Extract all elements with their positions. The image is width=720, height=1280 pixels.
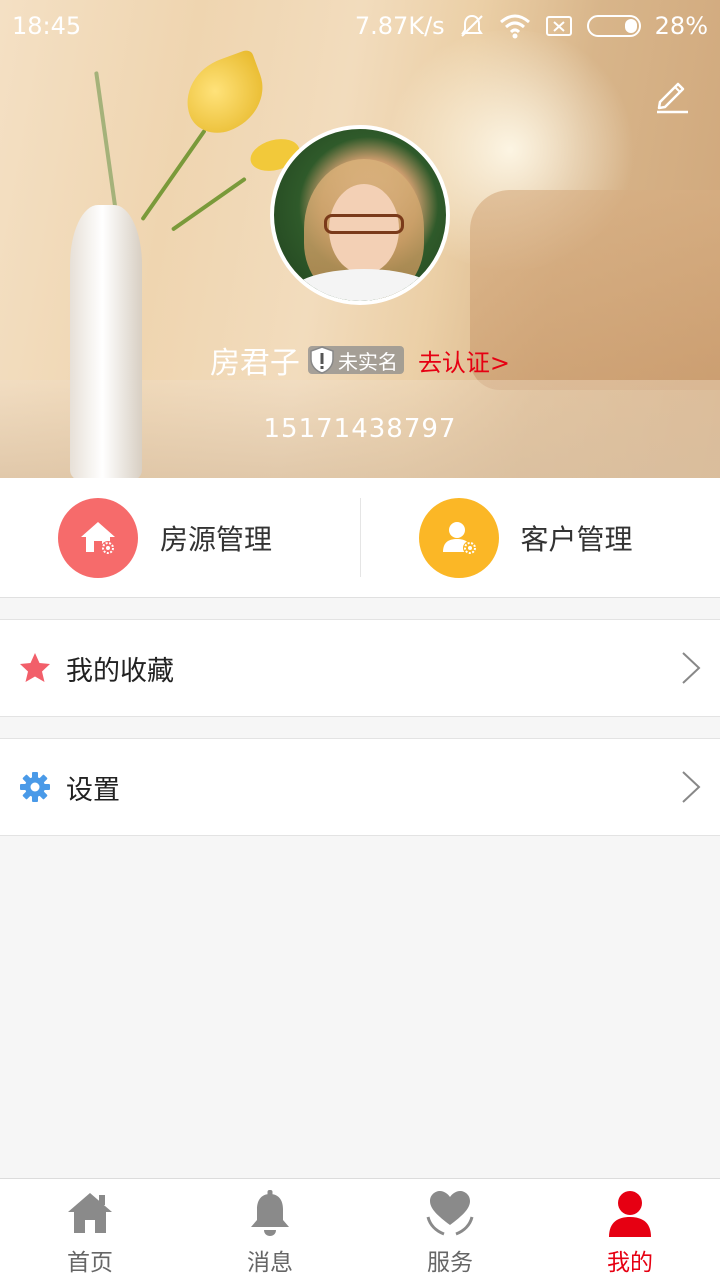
user-phone: 15171438797 [263,414,457,444]
tab-label: 我的 [607,1250,653,1276]
tab-profile[interactable]: 我的 [540,1179,720,1280]
chevron-right-icon [682,652,701,684]
star-icon [20,653,50,682]
battery-icon [586,15,641,37]
home-icon [68,1193,112,1233]
profile-header: 18:45 7.87K/s 28% 房君子 未实名 去认证> 151714387… [0,0,720,478]
status-bar: 18:45 7.87K/s 28% [0,0,720,52]
flower-stem [140,128,207,222]
person-gear-icon [418,497,499,578]
network-speed: 7.87K/s [354,12,445,40]
status-time: 18:45 [12,12,82,40]
quick-action-label: 客户管理 [520,522,633,556]
edit-icon[interactable] [652,74,692,114]
house-gear-icon [58,497,138,578]
bottom-tab-bar: 首页 消息 服务 我的 [0,1178,720,1280]
flower-stem [94,71,119,221]
bell-icon [251,1190,289,1236]
profile-name-row: 房君子 未实名 去认证> [0,338,720,382]
heart-hands-icon [426,1191,474,1236]
shield-alert-icon [310,346,334,374]
battery-percent: 28% [654,12,708,40]
flower-stem [170,176,247,232]
user-name: 房君子 [209,346,300,381]
verify-link[interactable]: 去认证> [418,343,510,378]
menu-item-label: 设置 [66,774,120,806]
menu-item-settings[interactable]: 设置 [0,738,720,836]
no-sim-icon [545,16,572,36]
tab-label: 首页 [67,1250,113,1276]
calla-flower [175,48,275,142]
tab-home[interactable]: 首页 [0,1179,180,1280]
property-management-button[interactable]: 房源管理 [0,478,360,597]
menu-item-favorites[interactable]: 我的收藏 [0,619,720,717]
tab-label: 消息 [247,1250,293,1276]
menu-item-label: 我的收藏 [66,655,174,687]
wifi-icon [499,14,530,39]
tab-messages[interactable]: 消息 [180,1179,360,1280]
chevron-right-icon [682,771,701,803]
quick-action-label: 房源管理 [160,522,273,556]
gear-icon [20,772,50,802]
customer-management-button[interactable]: 客户管理 [361,478,720,597]
quick-actions: 房源管理 客户管理 [0,478,720,598]
tab-label: 服务 [427,1250,473,1276]
unverified-badge: 未实名 [307,346,404,374]
avatar[interactable] [270,125,450,305]
tab-services[interactable]: 服务 [360,1179,540,1280]
person-icon [609,1191,651,1237]
mute-bell-icon [460,14,483,37]
verify-status-text: 未实名 [337,349,398,374]
